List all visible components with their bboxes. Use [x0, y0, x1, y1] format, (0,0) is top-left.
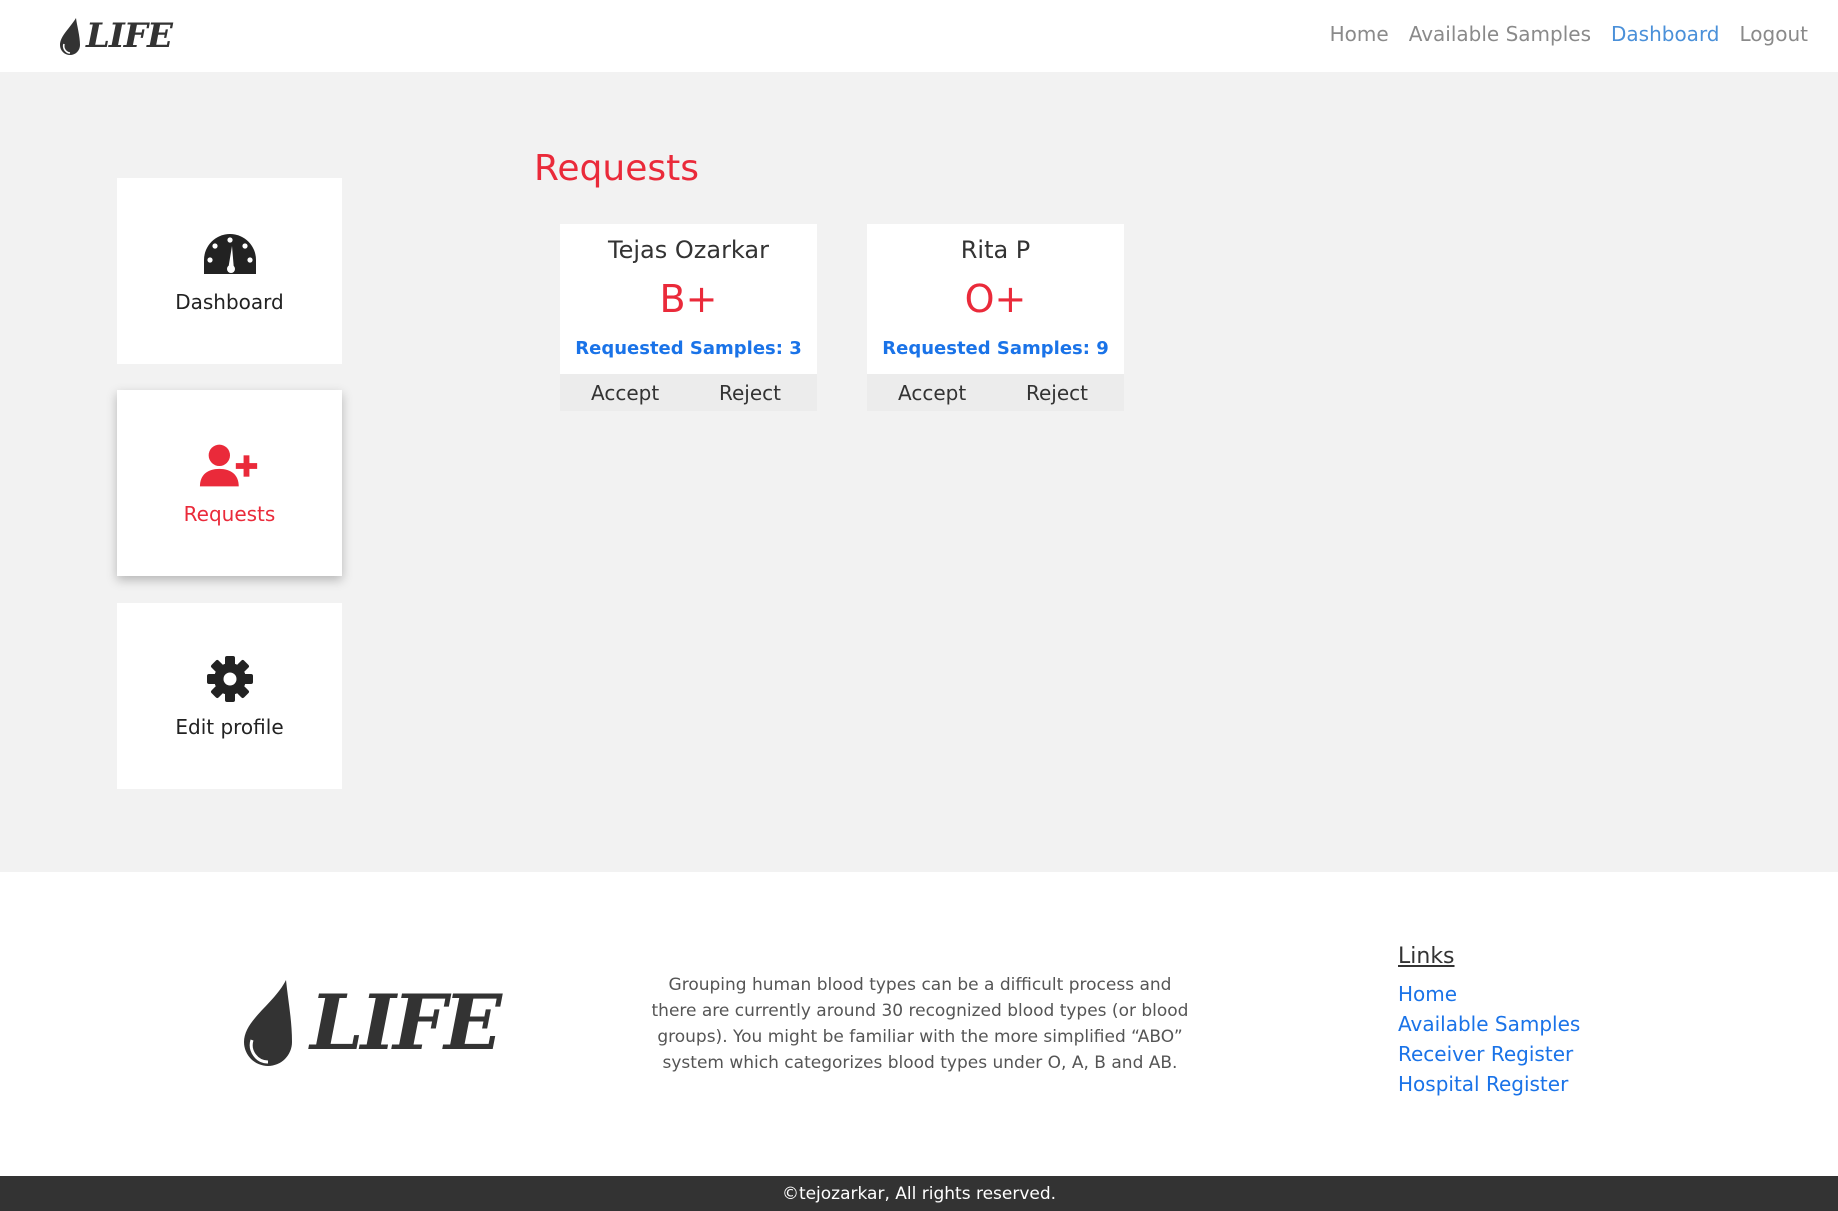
sidebar-item-edit-profile[interactable]: Edit profile	[117, 603, 342, 789]
brand-logo[interactable]: LIFE	[56, 14, 173, 58]
accept-button[interactable]: Accept	[898, 381, 966, 405]
reject-button[interactable]: Reject	[719, 381, 781, 405]
requested-samples: Requested Samples: 9	[882, 338, 1109, 359]
sidebar-item-label: Requests	[183, 502, 276, 526]
blood-type: B+	[659, 277, 718, 321]
nav-logout-link[interactable]: Logout	[1740, 22, 1808, 46]
top-navbar: LIFE Home Available Samples Dashboard Lo…	[0, 0, 1838, 72]
sidebar-item-dashboard[interactable]: Dashboard	[117, 178, 342, 364]
gear-icon	[198, 653, 262, 705]
request-actions: Accept Reject	[560, 374, 817, 411]
page-title: Requests	[534, 148, 699, 189]
reject-button[interactable]: Reject	[1026, 381, 1088, 405]
footer-logo: LIFE	[238, 976, 502, 1068]
footer-link-hospital-register[interactable]: Hospital Register	[1398, 1069, 1580, 1099]
nav-home-link[interactable]: Home	[1330, 22, 1389, 46]
request-card: Tejas Ozarkar B+ Requested Samples: 3 Ac…	[560, 224, 817, 411]
copyright-bar: ©tejozarkar, All rights reserved.	[0, 1176, 1838, 1211]
footer-link-home[interactable]: Home	[1398, 979, 1580, 1009]
footer-about-text: Grouping human blood types can be a diff…	[651, 975, 1189, 1073]
speedometer-icon	[198, 228, 262, 280]
footer-link-receiver-register[interactable]: Receiver Register	[1398, 1039, 1580, 1069]
request-card: Rita P O+ Requested Samples: 9 Accept Re…	[867, 224, 1124, 411]
sidebar-item-label: Dashboard	[175, 290, 284, 314]
footer-wordmark: LIFE	[310, 977, 502, 1067]
blood-drop-icon	[244, 980, 292, 1066]
requester-name: Rita P	[960, 236, 1031, 264]
request-actions: Accept Reject	[867, 374, 1124, 411]
nav-available-samples-link[interactable]: Available Samples	[1409, 22, 1591, 46]
nav-dashboard-link[interactable]: Dashboard	[1611, 22, 1720, 46]
brand-wordmark: LIFE	[86, 16, 173, 56]
sidebar-item-label: Edit profile	[175, 715, 284, 739]
main-content: Dashboard Requests Edit profile Requests…	[0, 72, 1838, 872]
footer-links-heading: Links	[1398, 944, 1455, 969]
accept-button[interactable]: Accept	[591, 381, 659, 405]
requester-name: Tejas Ozarkar	[608, 236, 769, 264]
footer-link-available-samples[interactable]: Available Samples	[1398, 1009, 1580, 1039]
copyright-text: ©tejozarkar, All rights reserved.	[781, 1183, 1057, 1204]
sidebar-item-requests[interactable]: Requests	[117, 390, 342, 576]
blood-drop-icon	[60, 18, 80, 55]
footer-links: Links Home Available Samples Receiver Re…	[1398, 944, 1580, 1099]
requested-samples: Requested Samples: 3	[575, 338, 802, 359]
blood-type: O+	[964, 277, 1027, 321]
nav-links: Home Available Samples Dashboard Logout	[1330, 22, 1808, 46]
user-plus-icon	[198, 440, 262, 492]
footer: LIFE Grouping human blood types can be a…	[0, 872, 1838, 1176]
